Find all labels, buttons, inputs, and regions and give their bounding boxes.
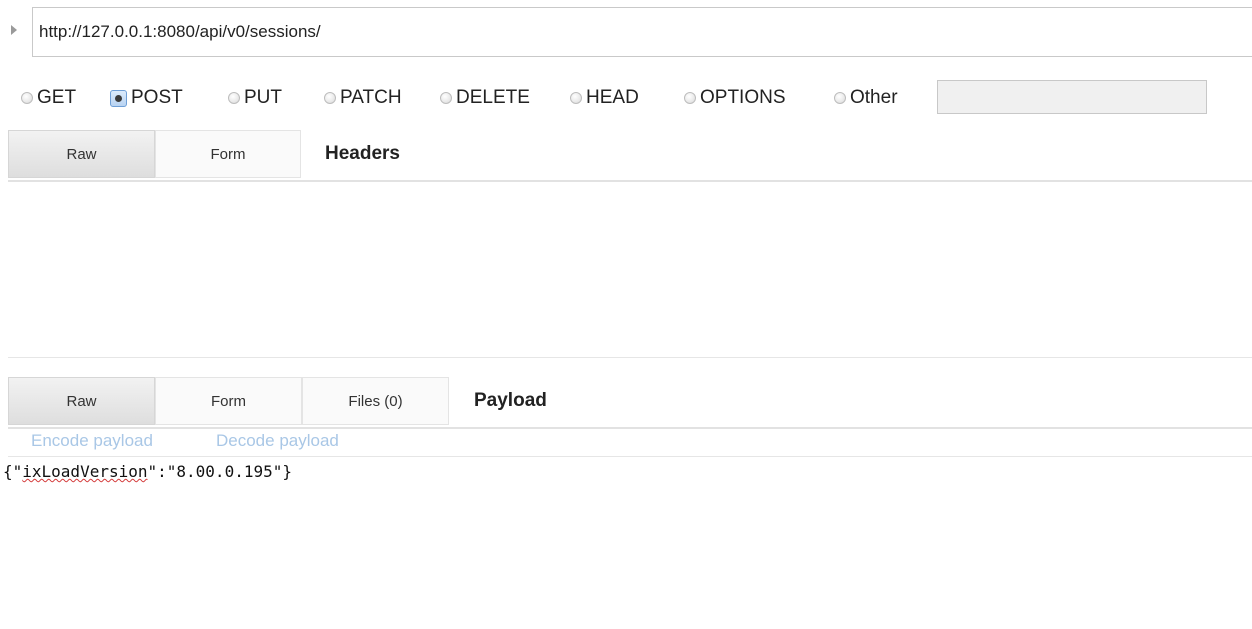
payload-tab-raw[interactable]: Raw: [8, 377, 155, 425]
post-radio-icon[interactable]: [110, 89, 127, 107]
method-options-label: OPTIONS: [700, 87, 786, 108]
put-radio-icon[interactable]: [228, 92, 240, 104]
method-options[interactable]: OPTIONS: [684, 76, 786, 120]
method-head[interactable]: HEAD: [570, 76, 639, 120]
method-post-label: POST: [131, 87, 183, 108]
payload-body-key: ixLoadVersion: [22, 462, 148, 481]
method-delete-label: DELETE: [456, 87, 530, 108]
other-radio-icon[interactable]: [834, 92, 846, 104]
other-method-input[interactable]: [937, 80, 1207, 114]
method-get-label: GET: [37, 87, 77, 108]
payload-body-suffix: ":"8.00.0.195"}: [147, 462, 293, 481]
method-get[interactable]: GET: [15, 76, 76, 120]
payload-editor[interactable]: {"ixLoadVersion":"8.00.0.195"}: [0, 458, 1252, 628]
headers-tab-strip: Raw Form Headers: [8, 130, 1252, 182]
method-delete[interactable]: DELETE: [440, 76, 530, 120]
patch-radio-icon[interactable]: [324, 92, 336, 104]
payload-tab-form[interactable]: Form: [155, 377, 302, 425]
method-post[interactable]: POST: [110, 76, 183, 120]
method-patch[interactable]: PATCH: [324, 76, 402, 120]
method-other-label: Other: [850, 87, 898, 108]
get-radio-icon[interactable]: [21, 92, 33, 104]
payload-tab-files[interactable]: Files (0): [302, 377, 449, 425]
encode-payload-link[interactable]: Encode payload: [31, 431, 153, 451]
payload-tab-strip: Raw Form Files (0) Payload: [8, 377, 1252, 429]
headers-tab-form[interactable]: Form: [155, 130, 301, 178]
headers-tab-raw[interactable]: Raw: [8, 130, 155, 178]
method-put-label: PUT: [244, 87, 282, 108]
url-bar: [0, 0, 1252, 62]
headers-title: Headers: [325, 143, 400, 164]
payload-divider: [8, 456, 1252, 457]
headers-divider: [8, 357, 1252, 358]
expand-triangle-icon[interactable]: [11, 25, 17, 35]
head-radio-icon[interactable]: [570, 92, 582, 104]
payload-body-prefix: {": [3, 462, 23, 481]
method-other[interactable]: Other: [834, 76, 898, 120]
payload-title: Payload: [474, 390, 547, 411]
delete-radio-icon[interactable]: [440, 92, 452, 104]
decode-payload-link[interactable]: Decode payload: [216, 431, 339, 451]
url-input[interactable]: [32, 7, 1252, 57]
method-patch-label: PATCH: [340, 87, 402, 108]
options-radio-icon[interactable]: [684, 92, 696, 104]
method-put[interactable]: PUT: [228, 76, 282, 120]
method-selector: GET POST PUT PATCH DELETE HEAD OPTIONS O…: [0, 76, 1252, 120]
method-head-label: HEAD: [586, 87, 639, 108]
headers-editor[interactable]: [8, 184, 1252, 356]
